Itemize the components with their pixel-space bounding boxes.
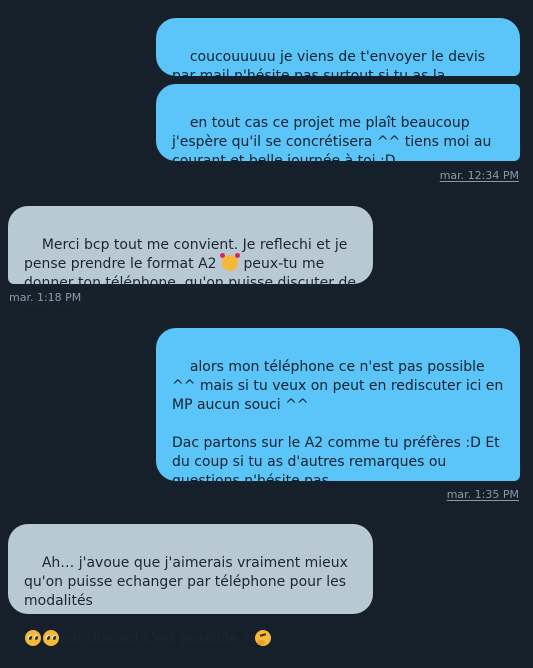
message-text: Ah… j'avoue que j'aimerais vraiment mieu… xyxy=(24,555,353,609)
thinking-face-icon xyxy=(254,630,271,646)
smiling-face-with-hearts-icon xyxy=(220,253,240,271)
message-bubble-incoming[interactable]: Merci bcp tout me convient. Je reflechi … xyxy=(8,206,373,310)
message-text: alors mon téléphone ce n'est pas possibl… xyxy=(172,359,504,489)
pleading-face-icon xyxy=(43,630,59,646)
pleading-face-icon xyxy=(25,630,41,646)
message-bubble-incoming[interactable]: Ah… j'avoue que j'aimerais vraiment mieu… xyxy=(8,524,373,647)
message-text: par discord c'est possible ? xyxy=(60,631,254,647)
message-text: en tout cas ce projet me plaît beaucoup … xyxy=(172,115,496,169)
message-timestamp[interactable]: mar. 12:34 PM xyxy=(440,169,519,182)
message-timestamp[interactable]: mar. 1:35 PM xyxy=(447,488,519,501)
message-bubble-outgoing[interactable]: coucouuuuu je viens de t'envoyer le devi… xyxy=(156,18,520,103)
conversation-thread: coucouuuuu je viens de t'envoyer le devi… xyxy=(0,0,533,647)
message-timestamp: mar. 1:18 PM xyxy=(9,291,82,304)
message-bubble-outgoing[interactable]: alors mon téléphone ce n'est pas possibl… xyxy=(156,328,520,489)
message-bubble-outgoing[interactable]: en tout cas ce projet me plaît beaucoup … xyxy=(156,84,520,169)
